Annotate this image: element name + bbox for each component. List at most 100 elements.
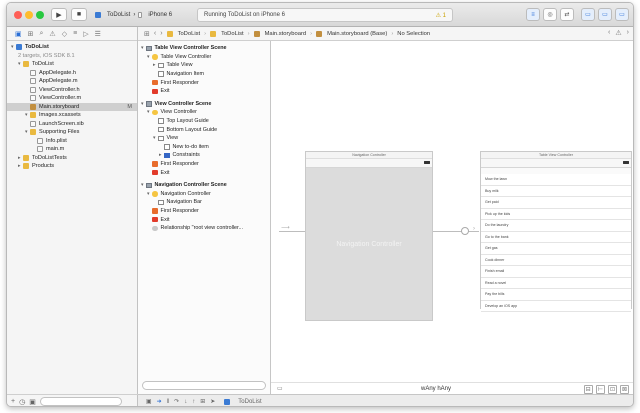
- pause-icon[interactable]: ‖: [167, 399, 169, 405]
- scheme-selector[interactable]: ToDoList › iPhone 6: [95, 9, 172, 21]
- navigator-item[interactable]: LaunchScreen.xib: [7, 120, 137, 129]
- navigation-controller-scene[interactable]: Navigation Controller Navigation Control…: [305, 151, 433, 321]
- outline-item[interactable]: Relationship "root view controller...: [138, 224, 270, 233]
- find-navigator-tab[interactable]: ⌕: [40, 30, 44, 38]
- outline-toggle-icon[interactable]: ▭: [277, 385, 283, 392]
- outline-item[interactable]: Top Layout Guide: [138, 117, 270, 126]
- previous-issue-icon[interactable]: ‹: [608, 29, 610, 37]
- breadcrumb-item[interactable]: Main.storyboard: [265, 31, 307, 37]
- step-over-icon[interactable]: ↷: [174, 398, 179, 405]
- warning-indicator[interactable]: ⚠ 1: [436, 12, 446, 19]
- storyboard-canvas[interactable]: ⟶ Navigation Controller Navigation Contr…: [271, 41, 633, 394]
- navigator-item[interactable]: ViewController.m: [7, 94, 137, 103]
- step-out-icon[interactable]: ↑: [192, 399, 195, 405]
- view-debug-icon[interactable]: ⊞: [200, 398, 205, 405]
- minimize-window-button[interactable]: [25, 11, 33, 19]
- hide-debug-icon[interactable]: ▣: [146, 398, 152, 405]
- relationship-segue-icon[interactable]: [461, 227, 469, 235]
- outline-item[interactable]: ▾ View: [138, 134, 270, 143]
- outline-filter-input[interactable]: [142, 381, 266, 390]
- outline-item[interactable]: Navigation Bar: [138, 198, 270, 207]
- table-cell[interactable]: Buy milk: [481, 185, 631, 197]
- navigator-item[interactable]: ▾ ToDoList: [7, 43, 137, 52]
- scm-icon[interactable]: ▣: [29, 398, 36, 406]
- run-button[interactable]: ▶: [51, 8, 67, 21]
- table-view-controller-scene[interactable]: Table View Controller Mow the lawn Buy mi…: [480, 151, 632, 312]
- project-navigator-tab[interactable]: ▣: [15, 30, 22, 38]
- navigator-filter-input[interactable]: [39, 397, 122, 406]
- navigator-item[interactable]: ▸ ToDoListTests: [7, 154, 137, 163]
- navigator-item[interactable]: main.m: [7, 145, 137, 154]
- outline-item[interactable]: New to-do item: [138, 143, 270, 152]
- issue-navigator-tab[interactable]: ⚠: [49, 30, 55, 38]
- test-navigator-tab[interactable]: ◇: [62, 30, 67, 38]
- outline-item[interactable]: Navigation Item: [138, 70, 270, 79]
- pin-icon[interactable]: ⊢: [595, 385, 605, 394]
- breakpoint-navigator-tab[interactable]: ▷: [83, 30, 88, 38]
- table-cell[interactable]: Go to the bank: [481, 231, 631, 243]
- forward-icon[interactable]: ›: [160, 30, 162, 37]
- toggle-navigator-button[interactable]: ▭: [581, 8, 595, 21]
- outline-item[interactable]: ▾ View Controller: [138, 108, 270, 117]
- navigator-item[interactable]: ▾ ToDoList: [7, 60, 137, 69]
- outline-item[interactable]: Exit: [138, 215, 270, 224]
- table-cell[interactable]: Finish email: [481, 266, 631, 278]
- report-navigator-tab[interactable]: ☰: [95, 30, 101, 38]
- outline-item[interactable]: Exit: [138, 87, 270, 96]
- step-in-icon[interactable]: ↓: [184, 399, 187, 405]
- close-window-button[interactable]: [14, 11, 22, 19]
- outline-item[interactable]: ▸ Table View: [138, 61, 270, 70]
- navigator-item[interactable]: 2 targets, iOS SDK 8.1: [7, 52, 137, 61]
- resolve-icon[interactable]: ⊡: [607, 385, 617, 394]
- back-icon[interactable]: ‹: [154, 30, 156, 37]
- symbol-navigator-tab[interactable]: ⊞: [28, 30, 34, 38]
- table-cell[interactable]: Read a novel: [481, 277, 631, 289]
- navigator-item[interactable]: ▾ Supporting Files: [7, 128, 137, 137]
- navigator-item[interactable]: ▸ Products: [7, 162, 137, 171]
- next-issue-icon[interactable]: ›: [627, 29, 629, 37]
- breadcrumb-item[interactable]: ToDoList: [178, 31, 201, 37]
- toggle-debug-button[interactable]: ▭: [598, 8, 612, 21]
- outline-item[interactable]: ▸ Constraints: [138, 151, 270, 160]
- outline-item[interactable]: ▾ Table View Controller: [138, 53, 270, 62]
- breakpoints-toggle-icon[interactable]: ➜: [157, 398, 162, 405]
- standard-editor-button[interactable]: ≡: [526, 8, 540, 21]
- assistant-editor-button[interactable]: ◎: [543, 8, 557, 21]
- table-cell[interactable]: Do the laundry: [481, 220, 631, 232]
- outline-item[interactable]: Exit: [138, 168, 270, 177]
- outline-scene-header[interactable]: ▾ Table View Controller Scene: [138, 44, 270, 53]
- outline-item[interactable]: First Responder: [138, 78, 270, 87]
- resize-icon[interactable]: ⊠: [619, 385, 629, 394]
- outline-item[interactable]: First Responder: [138, 160, 270, 169]
- navigator-item[interactable]: ▾ Images.xcassets: [7, 111, 137, 120]
- outline-scene-header[interactable]: ▾ View Controller Scene: [138, 100, 270, 109]
- debug-navigator-tab[interactable]: ≡: [73, 30, 77, 37]
- breadcrumb-item[interactable]: No Selection: [397, 31, 430, 37]
- navigator-item[interactable]: ViewController.h: [7, 86, 137, 95]
- table-cell[interactable]: Get paid: [481, 197, 631, 209]
- related-items-icon[interactable]: ⊞: [144, 30, 150, 38]
- navigator-item[interactable]: Info.plist: [7, 137, 137, 146]
- zoom-window-button[interactable]: [36, 11, 44, 19]
- issues-icon[interactable]: ⚠: [615, 29, 621, 37]
- navigator-item[interactable]: Main.storyboard M: [7, 102, 137, 111]
- outline-scene-header[interactable]: ▾ Navigation Controller Scene: [138, 181, 270, 190]
- version-editor-button[interactable]: ⇄: [560, 8, 574, 21]
- table-cell[interactable]: Pay the bills: [481, 289, 631, 301]
- table-cell[interactable]: Get gas: [481, 243, 631, 255]
- outline-item[interactable]: ▾ Navigation Controller: [138, 190, 270, 199]
- navigator-item[interactable]: AppDelegate.h: [7, 69, 137, 78]
- toggle-utilities-button[interactable]: ▭: [615, 8, 629, 21]
- location-icon[interactable]: ➤: [210, 398, 215, 405]
- stop-button[interactable]: ■: [71, 8, 87, 21]
- table-cell[interactable]: Cook dinner: [481, 254, 631, 266]
- outline-item[interactable]: Bottom Layout Guide: [138, 125, 270, 134]
- breadcrumb-item[interactable]: Main.storyboard (Base): [327, 31, 387, 37]
- breadcrumb-item[interactable]: ToDoList: [221, 31, 244, 37]
- size-class-control[interactable]: wAny hAny: [421, 386, 451, 392]
- align-icon[interactable]: ⊟: [583, 385, 593, 394]
- add-icon[interactable]: +: [11, 398, 15, 405]
- navigator-item[interactable]: AppDelegate.m: [7, 77, 137, 86]
- recent-icon[interactable]: ◷: [19, 398, 25, 406]
- table-cell[interactable]: Develop an iOS app: [481, 300, 631, 312]
